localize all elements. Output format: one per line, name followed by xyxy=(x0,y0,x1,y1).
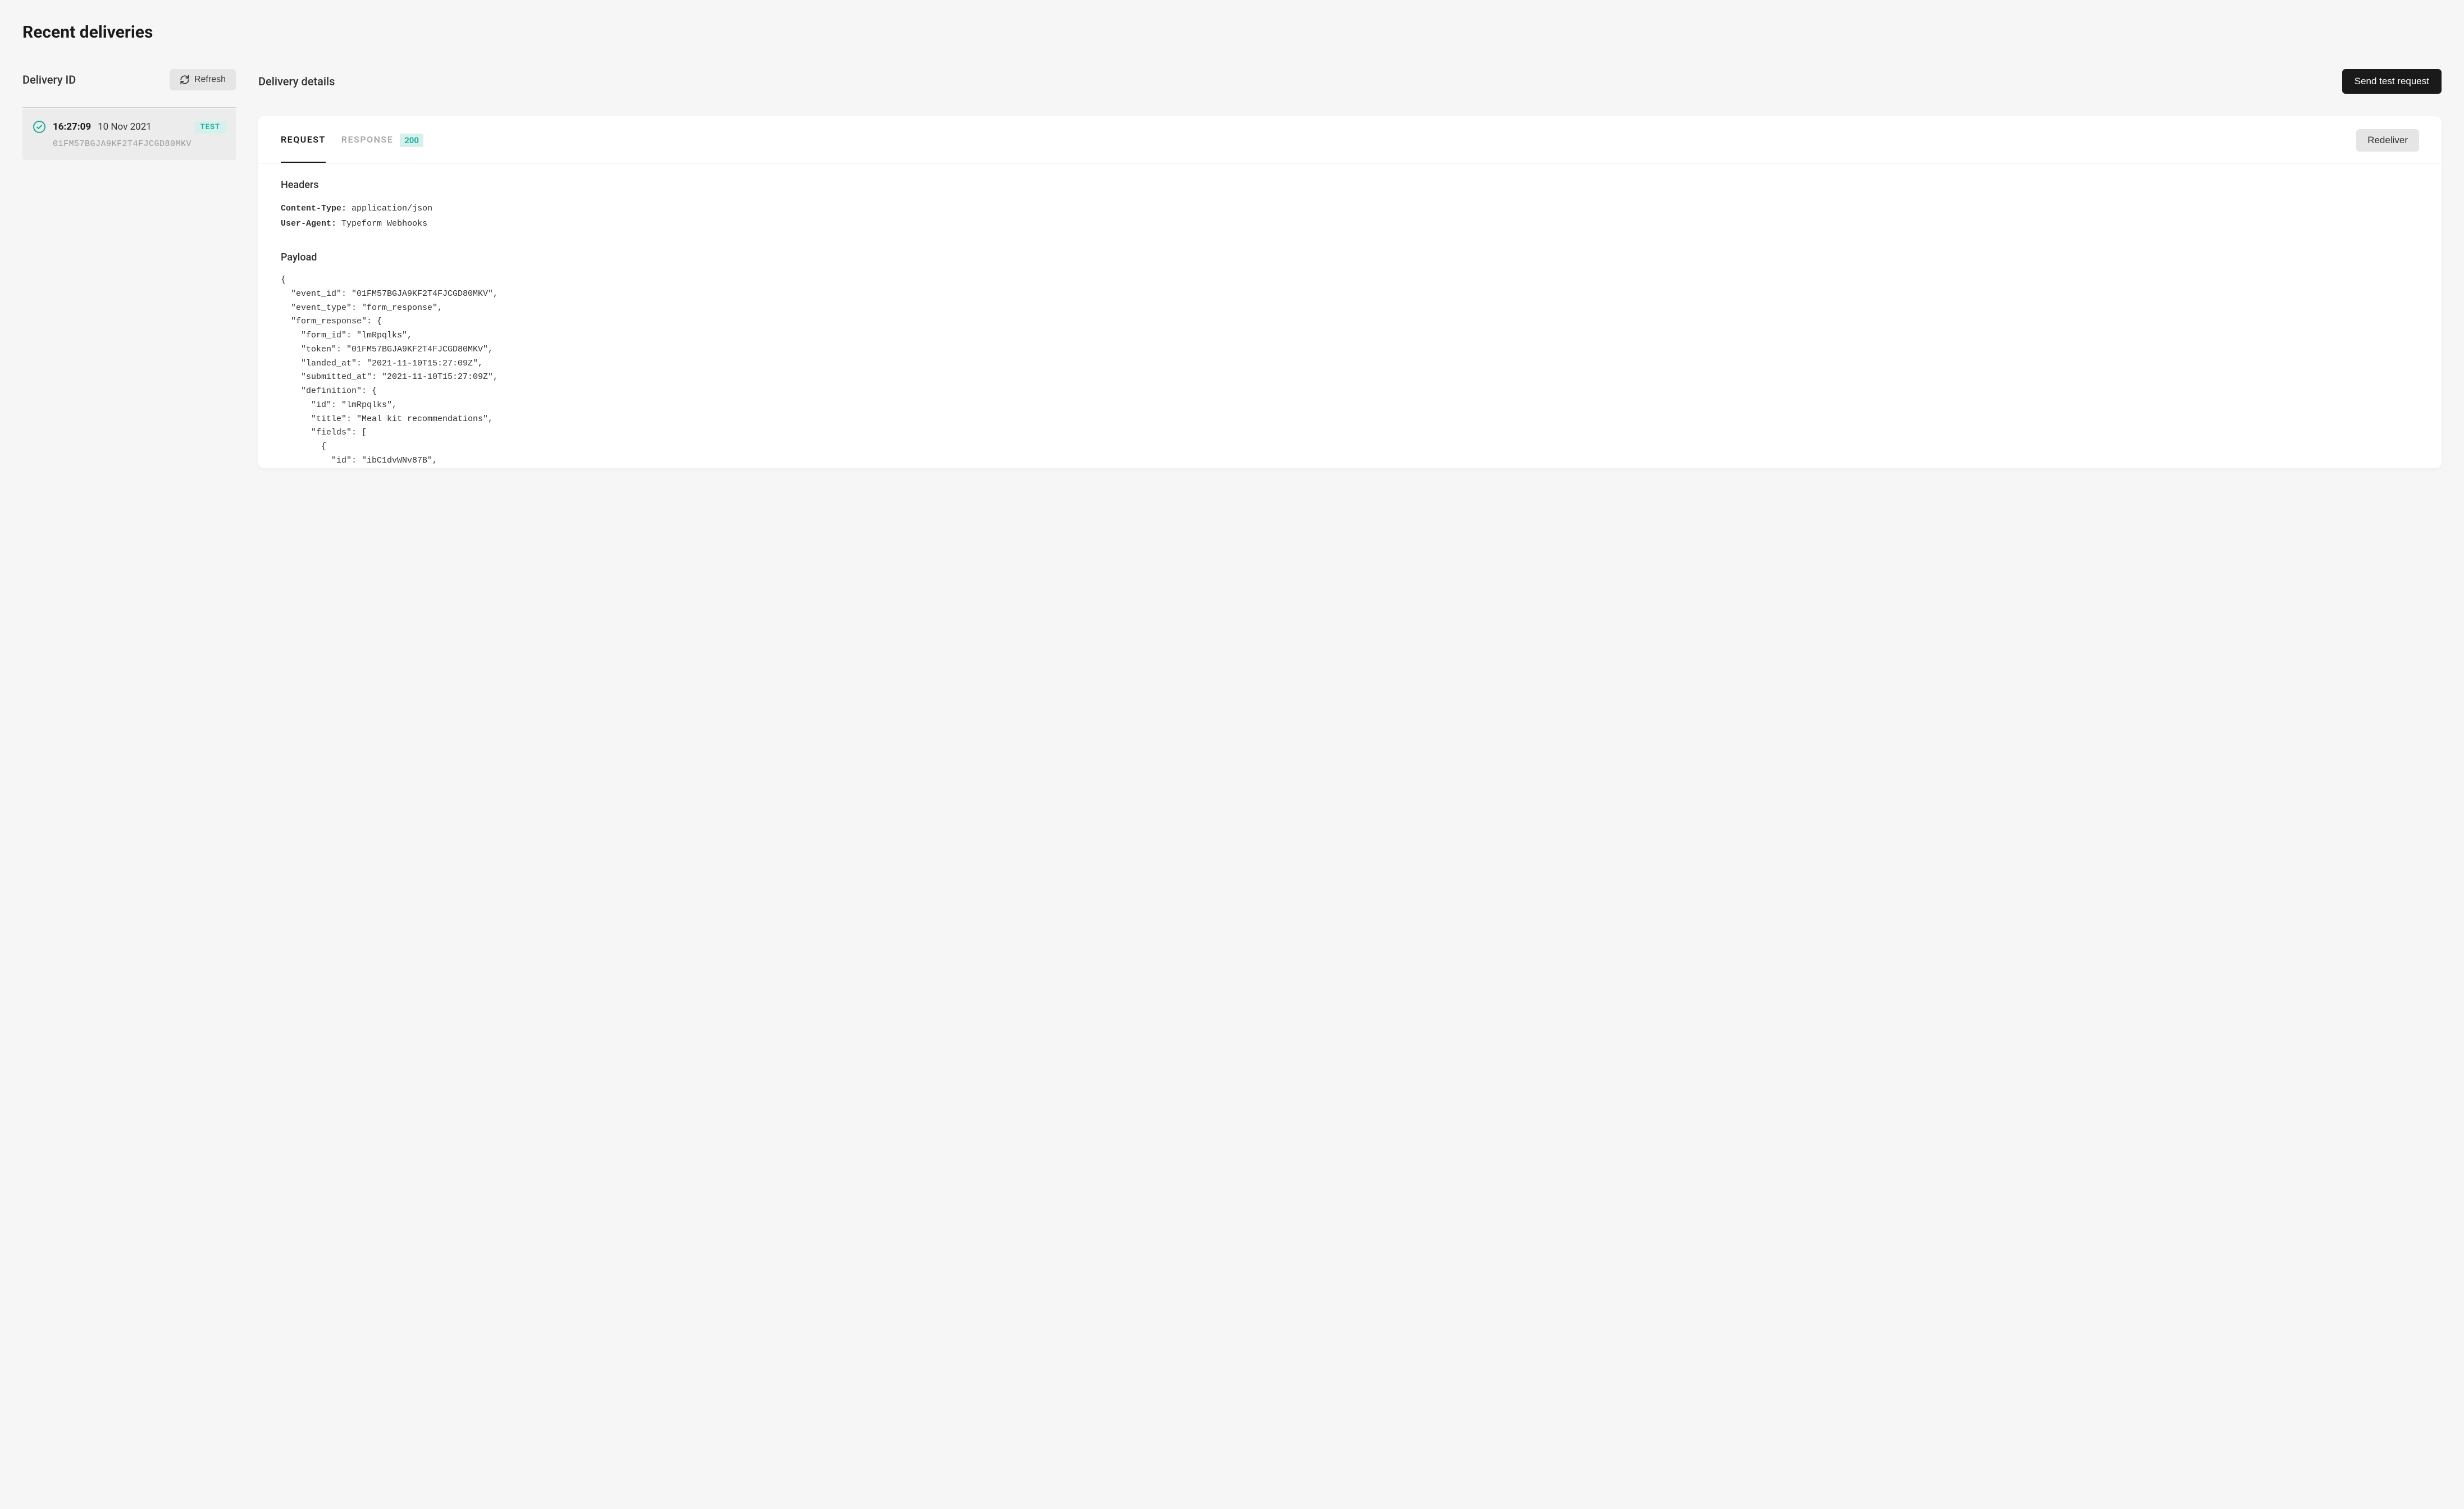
refresh-button[interactable]: Refresh xyxy=(170,69,236,90)
delivery-date: 10 Nov 2021 xyxy=(98,121,152,132)
delivery-details-heading: Delivery details xyxy=(258,75,335,88)
tab-request[interactable]: Request xyxy=(281,134,326,163)
details-card: Request Response 200 Redeliver Headers C… xyxy=(258,116,2442,468)
test-badge: TEST xyxy=(195,121,226,134)
delivery-list-item[interactable]: 16:27:09 10 Nov 2021 TEST 01FM57BGJA9KF2… xyxy=(22,109,236,160)
payload-body: { "event_id": "01FM57BGJA9KF2T4FJCGD80MK… xyxy=(281,273,2419,468)
check-circle-icon xyxy=(33,120,46,134)
header-user-agent-value: Typeform Webhooks xyxy=(341,219,427,228)
delivery-id-heading: Delivery ID xyxy=(22,73,76,86)
delivery-id-value: 01FM57BGJA9KF2T4FJCGD80MKV xyxy=(53,139,226,149)
status-badge: 200 xyxy=(400,134,423,147)
headers-section-title: Headers xyxy=(281,179,2419,191)
divider xyxy=(22,107,236,108)
refresh-button-label: Refresh xyxy=(194,75,226,85)
send-test-button[interactable]: Send test request xyxy=(2342,69,2442,94)
headers-block: Content-Type: application/json User-Agen… xyxy=(281,201,2419,231)
tab-response[interactable]: Response xyxy=(341,134,393,163)
redeliver-button[interactable]: Redeliver xyxy=(2356,129,2419,152)
refresh-icon xyxy=(180,75,190,85)
header-user-agent-key: User-Agent: xyxy=(281,219,336,228)
payload-section-title: Payload xyxy=(281,252,2419,263)
page-title: Recent deliveries xyxy=(22,22,2442,42)
delivery-time: 16:27:09 xyxy=(53,121,91,132)
header-content-type-value: application/json xyxy=(352,204,432,213)
delivery-details-panel: Delivery details Send test request Reque… xyxy=(258,69,2442,468)
deliveries-list-panel: Delivery ID Refresh xyxy=(22,69,236,468)
header-content-type-key: Content-Type: xyxy=(281,204,346,213)
